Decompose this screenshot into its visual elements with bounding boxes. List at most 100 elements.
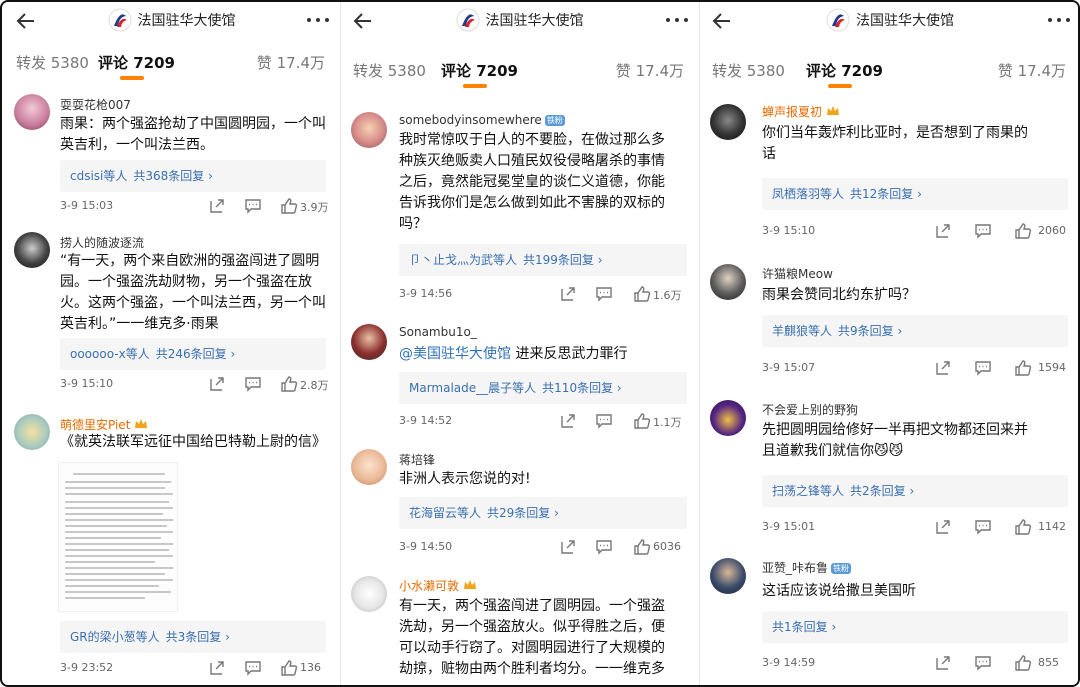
comment-icon[interactable] xyxy=(974,518,992,536)
comment-username[interactable]: 蒋培锋 xyxy=(399,451,435,468)
comment-icon[interactable] xyxy=(244,375,262,393)
user-avatar[interactable] xyxy=(351,449,387,485)
account-header[interactable]: 法国驻华大使馆 xyxy=(4,8,339,32)
like-icon[interactable] xyxy=(280,375,298,393)
more-options-icon[interactable] xyxy=(305,10,331,30)
share-icon[interactable] xyxy=(208,659,226,677)
more-options-icon[interactable] xyxy=(1046,10,1072,30)
user-avatar[interactable] xyxy=(14,94,50,130)
comment-username[interactable]: Sonambu1o_ xyxy=(399,325,477,339)
reply-users: GR的梁小葱等人 xyxy=(70,630,160,644)
comment-username[interactable]: 不会爱上别的野狗 xyxy=(762,401,858,418)
like-icon[interactable] xyxy=(633,538,651,556)
comment-username[interactable]: 许猫粮Meow xyxy=(762,265,833,282)
comment-meta: 3-9 15:03 3.9万 xyxy=(60,197,329,217)
share-icon[interactable] xyxy=(559,538,577,556)
replies-preview[interactable]: cdsisi等人 共368条回复 › xyxy=(60,160,326,192)
share-icon[interactable] xyxy=(559,412,577,430)
like-icon[interactable] xyxy=(1014,222,1032,240)
account-header[interactable]: 法国驻华大使馆 xyxy=(700,8,1078,32)
comment-text-line: 进来反思武力罪行 xyxy=(511,346,628,362)
like-icon[interactable] xyxy=(280,197,298,215)
comment-username[interactable]: 捞人的随波逐流 xyxy=(60,234,144,251)
share-icon[interactable] xyxy=(934,359,952,377)
comment-username[interactable]: 蝉声报夏初 xyxy=(762,103,840,120)
replies-preview[interactable]: GR的梁小葱等人 共3条回复 › xyxy=(60,621,326,653)
comment-username[interactable]: 萌德里安Piet xyxy=(60,416,148,433)
tab-comments[interactable]: 评论 7209 xyxy=(441,60,518,81)
user-avatar[interactable] xyxy=(351,112,387,148)
tab-comments[interactable]: 评论 7209 xyxy=(806,60,883,81)
comment-panel-3: 法国驻华大使馆 转发 5380 评论 7209 赞 17.4万 蝉声报夏初 你们… xyxy=(699,2,1078,685)
share-icon[interactable] xyxy=(934,222,952,240)
comment-icon[interactable] xyxy=(244,197,262,215)
share-icon[interactable] xyxy=(559,285,577,303)
share-icon[interactable] xyxy=(934,654,952,672)
user-avatar[interactable] xyxy=(14,414,50,450)
tab-comments[interactable]: 评论 7209 xyxy=(98,52,175,73)
share-icon[interactable] xyxy=(934,518,952,536)
user-avatar[interactable] xyxy=(710,264,746,300)
replies-preview[interactable]: 共1条回复 › xyxy=(762,611,1068,643)
account-header[interactable]: 法国驻华大使馆 xyxy=(341,8,698,32)
comment-time: 3-9 15:07 xyxy=(762,361,816,374)
comment-time: 3-9 15:03 xyxy=(60,199,114,212)
comment-username[interactable]: 耍耍花枪007 xyxy=(60,96,131,113)
comment-username[interactable]: 小水濑可敦 xyxy=(399,577,477,594)
replies-preview[interactable]: 扫荡之锋等人 共2条回复 › xyxy=(762,475,1068,507)
tab-reposts[interactable]: 转发 5380 xyxy=(353,60,426,81)
reply-count: 共2条回复 › xyxy=(850,484,915,498)
user-avatar[interactable] xyxy=(351,324,387,360)
active-tab-underline xyxy=(828,84,852,88)
user-avatar[interactable] xyxy=(710,400,746,436)
top-bar: 法国驻华大使馆 xyxy=(700,2,1078,40)
replies-preview[interactable]: 羊麒狼等人 共9条回复 › xyxy=(762,315,1068,347)
comment-icon[interactable] xyxy=(595,538,613,556)
reply-count: 共9条回复 › xyxy=(838,324,903,338)
replies-preview[interactable]: oooooo-x等人 共246条回复 › xyxy=(60,338,326,370)
tab-likes[interactable]: 赞 17.4万 xyxy=(257,52,325,73)
comment-text: “有一天，两个来自欧洲的强盗闯进了圆明 园。一个强盗洗劫财物，另一个强盗在放 火… xyxy=(60,251,330,335)
comment-icon[interactable] xyxy=(244,659,262,677)
like-count: 6036 xyxy=(653,540,681,553)
more-options-icon[interactable] xyxy=(664,10,690,30)
replies-preview[interactable]: 卩丶止戈灬为武等人 共199条回复 › xyxy=(399,244,687,276)
comment-icon[interactable] xyxy=(595,412,613,430)
like-icon[interactable] xyxy=(1014,654,1032,672)
comment-time: 3-9 15:01 xyxy=(762,520,816,533)
reply-count: 共246条回复 › xyxy=(155,347,236,361)
tab-bar: 转发 5380 评论 7209 赞 17.4万 xyxy=(700,56,1078,92)
like-icon[interactable] xyxy=(1014,359,1032,377)
like-icon[interactable] xyxy=(280,659,298,677)
comment-username[interactable]: 亚赞_咔布鲁 铁粉 xyxy=(762,559,852,576)
tab-likes[interactable]: 赞 17.4万 xyxy=(998,60,1066,81)
fan-badge: 铁粉 xyxy=(544,115,565,126)
account-name: 法国驻华大使馆 xyxy=(485,13,584,29)
share-icon[interactable] xyxy=(208,197,226,215)
comment-text: 雨果：两个强盗抢劫了中国圆明园，一个叫 英吉利，一个叫法兰西。 xyxy=(60,114,330,156)
comment-icon[interactable] xyxy=(595,285,613,303)
like-icon[interactable] xyxy=(633,285,651,303)
like-icon[interactable] xyxy=(633,412,651,430)
comment-username[interactable]: somebodyinsomewhere 铁粉 xyxy=(399,113,565,127)
tab-reposts[interactable]: 转发 5380 xyxy=(712,60,785,81)
tab-reposts[interactable]: 转发 5380 xyxy=(16,52,89,73)
mention-link[interactable]: @美国驻华大使馆 xyxy=(399,346,511,362)
share-icon[interactable] xyxy=(208,375,226,393)
comment-icon[interactable] xyxy=(974,222,992,240)
like-count: 1.1万 xyxy=(653,416,682,429)
username-text: 蝉声报夏初 xyxy=(762,105,823,119)
user-avatar[interactable] xyxy=(351,576,387,612)
attached-letter-image[interactable] xyxy=(58,462,178,612)
tab-likes[interactable]: 赞 17.4万 xyxy=(616,60,684,81)
user-avatar[interactable] xyxy=(14,232,50,268)
user-avatar[interactable] xyxy=(710,558,746,594)
like-icon[interactable] xyxy=(1014,518,1032,536)
comment-icon[interactable] xyxy=(974,654,992,672)
comment-icon[interactable] xyxy=(974,359,992,377)
replies-preview[interactable]: 凤栖落羽等人 共12条回复 › xyxy=(762,178,1068,210)
replies-preview[interactable]: 花海留云等人 共29条回复 › xyxy=(399,497,687,529)
replies-preview[interactable]: Marmalade__晨子等人 共110条回复 › xyxy=(399,372,687,404)
user-avatar[interactable] xyxy=(710,104,746,140)
top-bar: 法国驻华大使馆 xyxy=(341,2,698,40)
